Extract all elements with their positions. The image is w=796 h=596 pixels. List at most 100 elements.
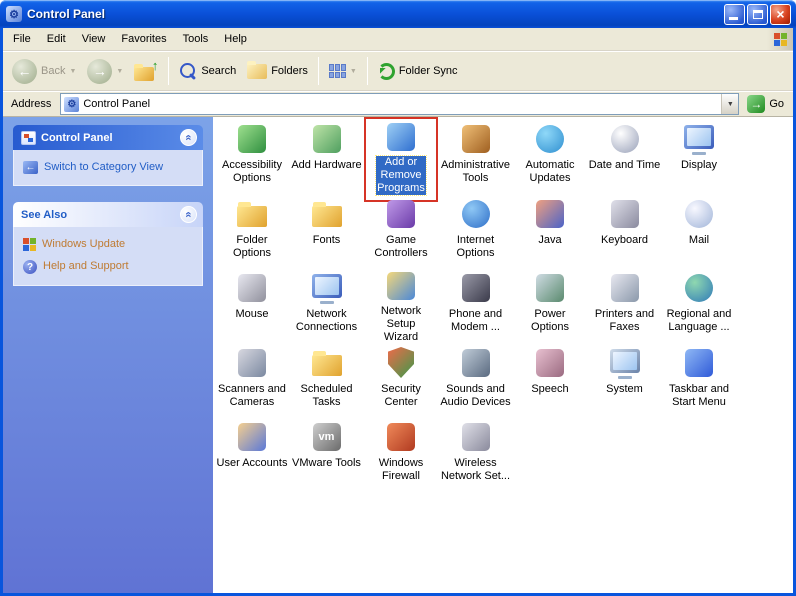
- maximize-button[interactable]: [747, 4, 768, 25]
- printers-and-faxes-item[interactable]: Printers and Faxes: [588, 269, 662, 344]
- views-button[interactable]: ▼: [325, 61, 361, 81]
- sounds-and-audio-icon: [459, 346, 493, 380]
- scanners-and-cameras-icon: [235, 346, 269, 380]
- forward-dropdown-icon[interactable]: ▼: [116, 68, 123, 75]
- window-title: Control Panel: [27, 7, 719, 21]
- search-button[interactable]: Search: [175, 59, 240, 83]
- switch-category-view-link[interactable]: ← Switch to Category View: [23, 161, 193, 174]
- icon-label: Mouse: [234, 308, 269, 321]
- administrative-tools-item[interactable]: Administrative Tools: [439, 120, 513, 195]
- toolbar-separator: [318, 57, 319, 85]
- panel-header-control-panel[interactable]: Control Panel »: [13, 125, 203, 150]
- collapse-chevron-icon[interactable]: »: [180, 129, 197, 146]
- windows-flag-icon: [774, 33, 787, 46]
- phone-and-modem-item[interactable]: Phone and Modem ...: [439, 269, 513, 344]
- up-button[interactable]: ↑: [130, 58, 162, 84]
- menu-bar: File Edit View Favorites Tools Help: [3, 28, 793, 51]
- taskbar-start-menu-item[interactable]: Taskbar and Start Menu: [662, 344, 736, 419]
- menu-favorites[interactable]: Favorites: [113, 28, 174, 50]
- icon-label: Java: [537, 234, 562, 247]
- windows-firewall-item[interactable]: Windows Firewall: [364, 418, 438, 493]
- keyboard-item[interactable]: Keyboard: [588, 195, 662, 270]
- folder-sync-icon: [378, 63, 395, 80]
- power-options-icon: [533, 271, 567, 305]
- back-label: Back: [41, 65, 65, 77]
- collapse-chevron-icon[interactable]: »: [180, 206, 197, 223]
- game-controllers-item[interactable]: Game Controllers: [364, 195, 438, 270]
- icon-label: Folder Options: [215, 234, 289, 260]
- mouse-item[interactable]: Mouse: [215, 269, 289, 344]
- system-item[interactable]: System: [588, 344, 662, 419]
- minimize-icon: [729, 17, 738, 20]
- address-combobox[interactable]: ⚙ Control Panel ▼: [60, 93, 739, 115]
- java-icon: [533, 197, 567, 231]
- speech-icon: [533, 346, 567, 380]
- category-view-icon: ←: [23, 161, 38, 174]
- minimize-button[interactable]: [724, 4, 745, 25]
- speech-item[interactable]: Speech: [513, 344, 587, 419]
- icon-label: Security Center: [380, 383, 422, 409]
- automatic-updates-icon: [533, 122, 567, 156]
- wireless-network-item[interactable]: Wireless Network Set...: [439, 418, 513, 493]
- menu-file[interactable]: File: [5, 28, 39, 50]
- automatic-updates-item[interactable]: Automatic Updates: [513, 120, 587, 195]
- back-button[interactable]: ← Back ▼: [8, 56, 80, 87]
- scanners-and-cameras-item[interactable]: Scanners and Cameras: [215, 344, 289, 419]
- address-value: Control Panel: [83, 98, 150, 110]
- folder-sync-button[interactable]: Folder Sync: [374, 60, 462, 83]
- title-bar[interactable]: ⚙ Control Panel ×: [0, 0, 796, 28]
- security-center-item[interactable]: Security Center: [364, 344, 438, 419]
- views-dropdown-icon[interactable]: ▼: [350, 68, 357, 75]
- panel-title: See Also: [21, 209, 67, 221]
- control-panel-icon: [21, 131, 36, 145]
- scheduled-tasks-icon: [310, 346, 344, 380]
- user-accounts-item[interactable]: User Accounts: [215, 418, 289, 493]
- go-button[interactable]: → Go: [743, 95, 790, 113]
- internet-options-item[interactable]: Internet Options: [439, 195, 513, 270]
- menu-view[interactable]: View: [74, 28, 114, 50]
- views-icon: [329, 64, 346, 78]
- taskbar-start-menu-icon: [682, 346, 716, 380]
- forward-button[interactable]: → ▼: [83, 56, 127, 87]
- vmware-tools-item[interactable]: vm VMware Tools: [290, 418, 364, 493]
- java-item[interactable]: Java: [513, 195, 587, 270]
- help-support-link[interactable]: ? Help and Support: [23, 260, 193, 274]
- icon-label: Add Hardware: [290, 159, 362, 172]
- panel-header-see-also[interactable]: See Also »: [13, 202, 203, 227]
- icon-label: Game Controllers: [373, 234, 428, 260]
- date-and-time-item[interactable]: Date and Time: [588, 120, 662, 195]
- toolbar-separator: [168, 57, 169, 85]
- menu-help[interactable]: Help: [216, 28, 255, 50]
- power-options-item[interactable]: Power Options: [513, 269, 587, 344]
- add-remove-programs-item[interactable]: Add or Remove Programs: [364, 120, 438, 195]
- menu-tools[interactable]: Tools: [175, 28, 217, 50]
- windows-update-link[interactable]: Windows Update: [23, 238, 193, 251]
- windows-logo: [767, 28, 793, 50]
- address-dropdown-button[interactable]: ▼: [721, 94, 738, 114]
- main-panel: Accessibility OptionsAdd HardwareAdd or …: [213, 117, 793, 593]
- vmware-tools-icon: vm: [310, 420, 344, 454]
- regional-and-language-item[interactable]: Regional and Language ...: [662, 269, 736, 344]
- display-item[interactable]: Display: [662, 120, 736, 195]
- menu-edit[interactable]: Edit: [39, 28, 74, 50]
- add-hardware-item[interactable]: Add Hardware: [290, 120, 364, 195]
- icon-label: Administrative Tools: [440, 159, 511, 185]
- windows-firewall-icon: [384, 420, 418, 454]
- folders-button[interactable]: Folders: [243, 61, 312, 82]
- fonts-item[interactable]: Fonts: [290, 195, 364, 270]
- back-dropdown-icon[interactable]: ▼: [69, 68, 76, 75]
- administrative-tools-icon: [459, 122, 493, 156]
- icon-label: Date and Time: [588, 159, 662, 172]
- system-icon: [608, 346, 642, 380]
- scheduled-tasks-item[interactable]: Scheduled Tasks: [290, 344, 364, 419]
- sounds-and-audio-item[interactable]: Sounds and Audio Devices: [439, 344, 513, 419]
- accessibility-options-item[interactable]: Accessibility Options: [215, 120, 289, 195]
- search-icon: [179, 62, 197, 80]
- folder-options-item[interactable]: Folder Options: [215, 195, 289, 270]
- fonts-icon: [310, 197, 344, 231]
- icon-label: VMware Tools: [291, 457, 362, 470]
- mail-item[interactable]: Mail: [662, 195, 736, 270]
- close-button[interactable]: ×: [770, 4, 791, 25]
- network-connections-item[interactable]: Network Connections: [290, 269, 364, 344]
- network-setup-wizard-item[interactable]: Network Setup Wizard: [364, 269, 438, 344]
